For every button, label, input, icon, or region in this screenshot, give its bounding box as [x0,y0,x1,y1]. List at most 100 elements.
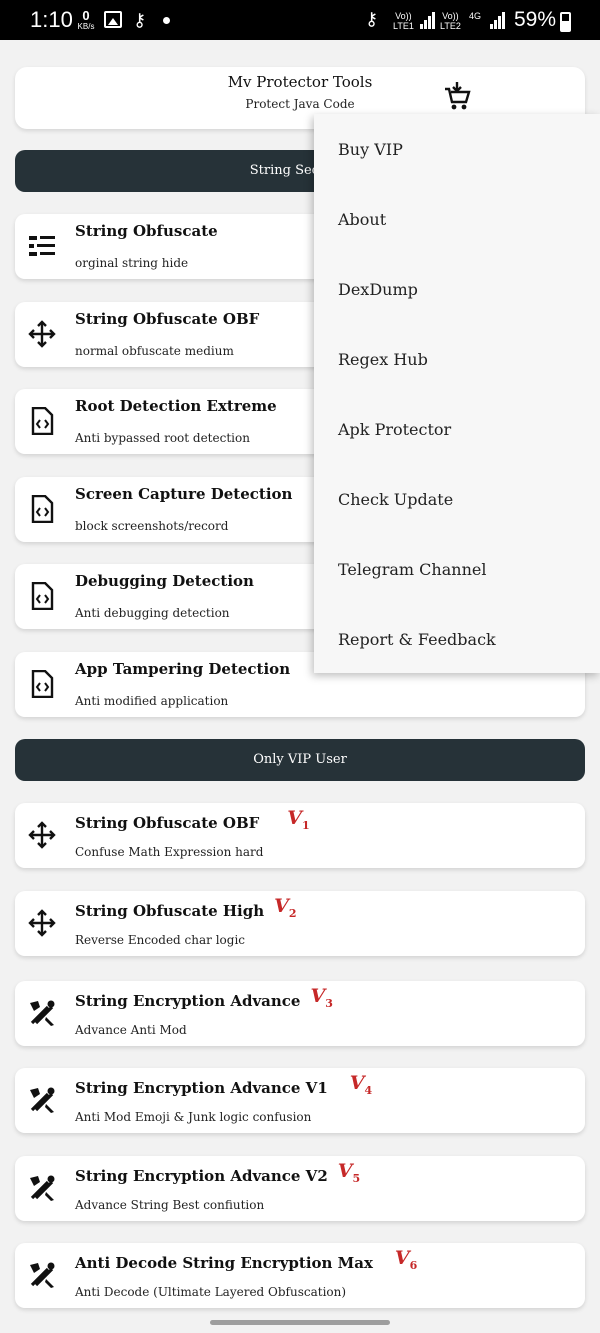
feature-title: String Obfuscate OBF [75,310,260,328]
vip-badge: V6 [395,1247,417,1272]
feature-title: App Tampering Detection [75,660,291,678]
code-file-icon [31,407,54,435]
vip-badge-letter: V [310,985,326,1007]
feature-desc: Anti Mod Emoji & Junk logic confusion [75,1110,312,1124]
vip-badge: V4 [350,1072,372,1097]
menu-item-apk-protector[interactable]: Apk Protector [338,420,451,439]
tools-icon [30,1262,55,1288]
signal-icon [490,12,506,29]
section-vip: Only VIP User [15,739,585,781]
signal-icon [420,12,436,29]
feature-title-text: String Obfuscate OBF [75,814,260,832]
vip-badge: V3 [310,985,332,1010]
menu-item-regex-hub[interactable]: Regex Hub [338,350,428,369]
feature-title: String Obfuscate High V2 [75,895,297,924]
tools-icon [30,1087,55,1113]
feature-desc: block screenshots/record [75,519,229,533]
feature-desc: Advance String Best confiution [75,1198,265,1212]
network-speed-value: 0 [82,8,90,23]
clock: 1:10 [30,7,73,32]
feature-title: Debugging Detection [75,572,254,590]
code-file-icon [31,582,54,610]
move-arrows-icon [28,320,56,348]
network-speed: 0 KB/s [75,8,97,31]
feature-desc: Anti Decode (Ultimate Layered Obfuscatio… [75,1285,347,1299]
vip-card-string-encryption-advance-v1[interactable]: String Encryption Advance V1 V4 Anti Mod … [15,1068,585,1133]
vip-badge-letter: V [337,1160,353,1182]
menu-item-about[interactable]: About [338,210,386,229]
gallery-icon [104,11,122,28]
feature-desc: normal obfuscate medium [75,344,234,358]
vip-badge-number: 2 [288,906,297,920]
battery-level: 59% [514,8,557,31]
feature-title-text: String Obfuscate High [75,902,265,920]
battery-icon [560,12,571,32]
feature-desc: Advance Anti Mod [75,1023,187,1037]
vip-card-string-encryption-advance[interactable]: String Encryption Advance V3 Advance Anti… [15,981,585,1046]
vip-badge-letter: V [349,1072,365,1094]
feature-title: Screen Capture Detection [75,485,293,503]
vip-badge-number: 5 [352,1171,361,1185]
feature-desc: Anti bypassed root detection [75,431,250,445]
feature-desc: Reverse Encoded char logic [75,933,245,947]
feature-title: String Obfuscate OBF V1 [75,807,310,836]
vip-badge: V5 [338,1160,360,1185]
menu-item-telegram-channel[interactable]: Telegram Channel [338,560,486,579]
menu-item-buy-vip[interactable]: Buy VIP [338,140,403,159]
menu-item-check-update[interactable]: Check Update [338,490,453,509]
app-subtitle: Protect Java Code [245,97,355,111]
code-file-icon [31,670,54,698]
app-title: Mv Protector Tools [227,73,373,91]
vip-badge-number: 6 [409,1258,418,1272]
feature-title-text: Anti Decode String Encryption Max [75,1254,373,1272]
sim1-indicator: Vo)) LTE1 [393,11,414,31]
home-indicator[interactable] [210,1320,390,1325]
vip-badge-number: 3 [325,996,333,1010]
feature-title: String Obfuscate [75,222,218,240]
vip-card-string-obfuscate-high[interactable]: String Obfuscate High V2 Reverse Encoded … [15,891,585,956]
feature-title: Anti Decode String Encryption Max V6 [75,1247,417,1276]
feature-title: String Encryption Advance V1 V4 [75,1072,372,1101]
menu-item-dexdump[interactable]: DexDump [338,280,418,299]
network-type: 4G [469,11,482,21]
vip-badge-letter: V [394,1247,410,1269]
feature-desc: Anti debugging detection [75,606,230,620]
move-arrows-icon [28,909,56,937]
feature-title: String Encryption Advance V3 [75,985,333,1014]
vip-badge-number: 4 [364,1083,373,1097]
menu-item-report-feedback[interactable]: Report & Feedback [338,630,496,649]
vip-card-string-encryption-advance-v2[interactable]: String Encryption Advance V2 V5 Advance S… [15,1156,585,1221]
list-icon [29,236,55,256]
sim2-volte: Vo)) [442,11,459,21]
feature-desc: Confuse Math Expression hard [75,845,264,859]
vip-badge-letter: V [287,807,303,829]
overflow-menu: Buy VIP About DexDump Regex Hub Apk Prot… [314,114,600,673]
code-file-icon [31,495,54,523]
sim2-label: LTE2 [440,21,461,31]
vpn-key-icon: ⚷ [365,9,379,30]
feature-desc: orginal string hide [75,256,189,270]
feature-title-text: String Encryption Advance V1 [75,1079,328,1097]
feature-title: Root Detection Extreme [75,397,277,415]
key-icon: ⚷ [133,10,147,31]
tools-icon [30,1175,55,1201]
sim2-indicator: Vo)) LTE2 [440,11,461,31]
sim1-volte: Vo)) [395,11,412,21]
notification-dot-icon [163,17,170,24]
vip-card-string-obfuscate-obf[interactable]: String Obfuscate OBF V1 Confuse Math Expr… [15,803,585,868]
vip-badge-letter: V [274,895,289,917]
vip-badge-number: 1 [302,818,310,832]
cart-download-icon[interactable] [443,81,471,111]
feature-title-text: String Encryption Advance V2 [75,1167,328,1185]
feature-title: String Encryption Advance V2 V5 [75,1160,360,1189]
move-arrows-icon [28,821,56,849]
vip-badge: V1 [287,807,309,832]
feature-title-text: String Encryption Advance [75,992,301,1010]
vip-card-anti-decode[interactable]: Anti Decode String Encryption Max V6 Anti… [15,1243,585,1308]
feature-desc: Anti modified application [75,694,229,708]
status-bar: 1:10 0 KB/s ⚷ ⚷ Vo)) LTE1 Vo)) LTE2 4G 5… [0,0,600,40]
vip-badge: V2 [274,895,296,920]
tools-icon [30,1000,55,1026]
sim1-label: LTE1 [393,21,414,31]
network-speed-unit: KB/s [77,22,95,31]
